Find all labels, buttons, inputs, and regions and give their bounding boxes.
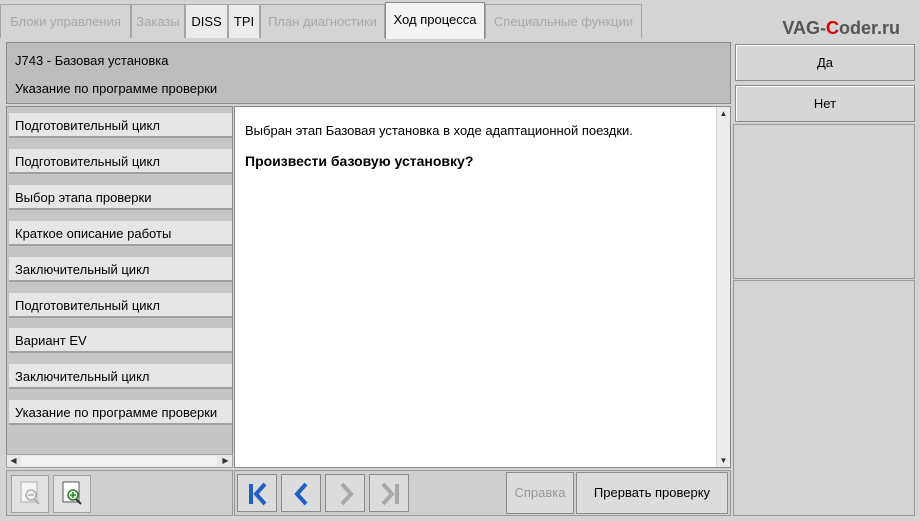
step-item[interactable]: Заключительный цикл [9, 257, 232, 282]
abort-test-button[interactable]: Прервать проверку [576, 472, 728, 514]
side-panel-empty [733, 124, 915, 279]
step-item[interactable]: Краткое описание работы [9, 221, 232, 246]
step-item[interactable]: Вариант EV [9, 328, 232, 353]
zoom-out-icon [20, 481, 40, 505]
watermark-part1: VAG- [782, 18, 826, 38]
scroll-left-icon[interactable]: ◀ [7, 455, 20, 467]
previous-icon [294, 482, 308, 506]
content-vertical-scrollbar[interactable]: ▲ ▼ [716, 107, 730, 467]
step-item[interactable]: Заключительный цикл [9, 364, 232, 389]
side-panel-empty-lower [733, 280, 915, 516]
tab-process[interactable]: Ход процесса [385, 2, 485, 39]
watermark-part2: C [825, 18, 839, 38]
zoom-in-button[interactable] [53, 475, 91, 513]
step-item[interactable]: Подготовительный цикл [9, 113, 232, 138]
first-page-icon [249, 482, 267, 506]
scroll-right-icon[interactable]: ▶ [219, 455, 232, 467]
next-step-button[interactable] [325, 474, 365, 512]
control-unit-title: J743 - Базовая установка [15, 53, 169, 68]
instruction-panel: Выбран этап Базовая установка в ходе ада… [234, 106, 731, 468]
next-icon [340, 482, 354, 506]
steps-list: Подготовительный цикл Подготовительный ц… [6, 106, 233, 456]
tab-bar: Блоки управления Заказы DISS TPI План ди… [0, 0, 920, 40]
tab-diss[interactable]: DISS [185, 4, 228, 38]
scroll-down-icon[interactable]: ▼ [717, 454, 730, 467]
step-item[interactable]: Указание по программе проверки [9, 400, 232, 425]
no-button[interactable]: Нет [735, 85, 915, 122]
steps-horizontal-scrollbar[interactable]: ◀ ▶ [6, 454, 233, 468]
tab-diagnostic-plan[interactable]: План диагностики [260, 4, 385, 38]
watermark-part3: oder.ru [838, 18, 900, 38]
zoom-toolbar [6, 470, 233, 516]
watermark-logo: VAG-Coder.ru [782, 18, 900, 39]
step-subtitle: Указание по программе проверки [15, 81, 218, 96]
tab-tpi[interactable]: TPI [228, 4, 260, 38]
yes-button[interactable]: Да [735, 44, 915, 81]
previous-step-button[interactable] [281, 474, 321, 512]
tab-orders[interactable]: Заказы [131, 4, 185, 38]
tab-special-functions[interactable]: Специальные функции [485, 4, 642, 38]
last-step-button[interactable] [369, 474, 409, 512]
zoom-in-icon [62, 481, 82, 505]
step-item[interactable]: Выбор этапа проверки [9, 185, 232, 210]
step-item[interactable]: Подготовительный цикл [9, 149, 232, 174]
navigation-toolbar: Справка Прервать проверку [234, 470, 731, 516]
first-step-button[interactable] [237, 474, 277, 512]
last-page-icon [381, 482, 399, 506]
help-button[interactable]: Справка [506, 472, 574, 514]
scroll-thumb[interactable] [21, 456, 217, 466]
instruction-question: Произвести базовую установку? [245, 153, 474, 169]
zoom-out-button[interactable] [11, 475, 49, 513]
step-item[interactable]: Подготовительный цикл [9, 293, 232, 318]
scroll-up-icon[interactable]: ▲ [717, 107, 730, 120]
step-header: J743 - Базовая установка Указание по про… [6, 42, 731, 104]
instruction-text: Выбран этап Базовая установка в ходе ада… [245, 123, 633, 138]
tab-control-units[interactable]: Блоки управления [0, 4, 131, 38]
